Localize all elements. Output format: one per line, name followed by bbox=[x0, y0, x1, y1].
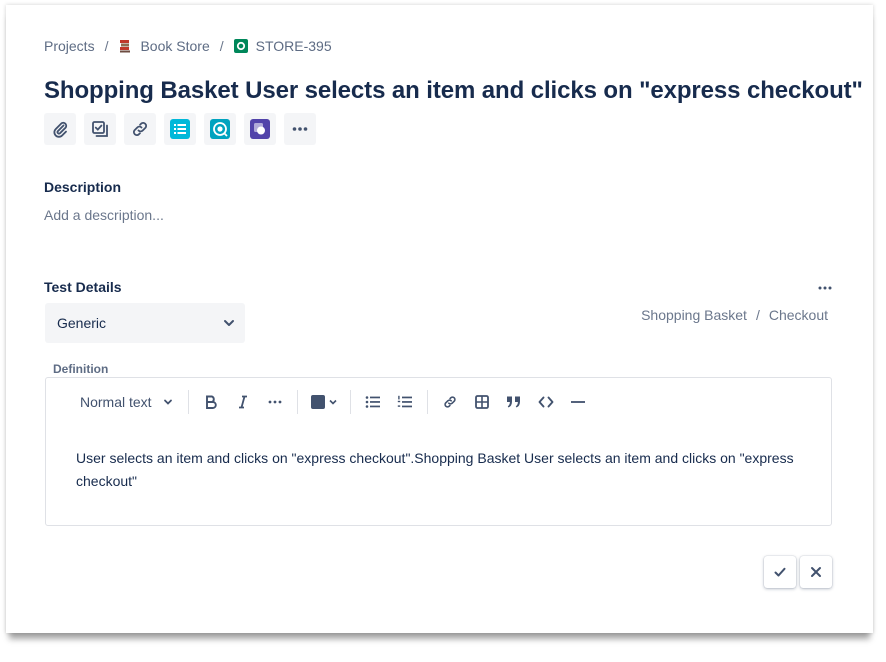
path-folder-link[interactable]: Shopping Basket bbox=[641, 307, 747, 323]
quote-button[interactable] bbox=[498, 386, 530, 418]
quote-icon bbox=[507, 396, 520, 408]
app-target-button[interactable] bbox=[204, 113, 236, 145]
toolbar-divider bbox=[427, 390, 428, 414]
bullet-list-icon bbox=[365, 396, 380, 408]
check-icon bbox=[774, 567, 786, 577]
definition-label: Definition bbox=[53, 362, 109, 376]
chevron-down-icon bbox=[328, 399, 337, 405]
description-placeholder[interactable]: Add a description... bbox=[44, 207, 164, 223]
bold-button[interactable] bbox=[195, 386, 227, 418]
test-type-value: Generic bbox=[57, 315, 107, 331]
more-icon bbox=[268, 400, 282, 404]
toolbar-divider bbox=[188, 390, 189, 414]
insert-table-button[interactable] bbox=[466, 386, 498, 418]
add-subtask-button[interactable] bbox=[84, 113, 116, 145]
definition-content[interactable]: User selects an item and clicks on "expr… bbox=[76, 447, 796, 493]
test-type-select[interactable]: Generic bbox=[45, 303, 245, 343]
italic-button[interactable] bbox=[227, 386, 259, 418]
app-screen-button[interactable] bbox=[244, 113, 276, 145]
app-target-icon bbox=[210, 119, 230, 139]
issue-action-toolbar bbox=[44, 113, 324, 145]
horizontal-rule-icon bbox=[571, 401, 585, 403]
save-button[interactable] bbox=[764, 556, 796, 588]
more-icon bbox=[292, 127, 308, 131]
text-style-dropdown[interactable]: Normal text bbox=[72, 386, 182, 418]
test-repository-path: Shopping Basket / Checkout bbox=[641, 307, 828, 323]
more-actions-button[interactable] bbox=[284, 113, 316, 145]
breadcrumb-separator: / bbox=[219, 38, 224, 54]
numbered-list-icon bbox=[397, 395, 412, 408]
close-icon bbox=[811, 567, 821, 577]
numbered-list-button[interactable] bbox=[389, 386, 421, 418]
chevron-down-icon bbox=[224, 320, 234, 326]
breadcrumb-separator: / bbox=[104, 38, 109, 54]
breadcrumb: Projects / Book Store / STORE-395 bbox=[44, 38, 332, 54]
italic-icon bbox=[239, 395, 247, 409]
text-style-label: Normal text bbox=[80, 394, 152, 410]
chevron-down-icon bbox=[164, 399, 172, 405]
link-icon bbox=[444, 396, 456, 408]
issue-card: Projects / Book Store / STORE-395 Shoppi… bbox=[6, 5, 873, 633]
attachment-icon bbox=[53, 121, 68, 138]
test-issue-type-icon bbox=[233, 39, 248, 53]
more-icon bbox=[818, 286, 832, 290]
definition-editor[interactable]: Normal text User selects an item and cli… bbox=[45, 377, 832, 526]
text-color-button[interactable] bbox=[304, 386, 344, 418]
editor-toolbar: Normal text bbox=[46, 378, 594, 426]
subtask-checkbox-icon bbox=[92, 121, 108, 137]
table-icon bbox=[475, 395, 489, 409]
more-formatting-button[interactable] bbox=[259, 386, 291, 418]
issue-title[interactable]: Shopping Basket User selects an item and… bbox=[44, 77, 863, 105]
app-list-icon bbox=[170, 119, 190, 139]
breadcrumb-issue-key-link[interactable]: STORE-395 bbox=[256, 38, 332, 54]
bold-icon bbox=[206, 395, 217, 409]
code-button[interactable] bbox=[530, 386, 562, 418]
path-item-link[interactable]: Checkout bbox=[769, 307, 828, 323]
test-details-more-button[interactable] bbox=[814, 280, 836, 296]
bullet-list-button[interactable] bbox=[357, 386, 389, 418]
link-issue-button[interactable] bbox=[124, 113, 156, 145]
app-list-button[interactable] bbox=[164, 113, 196, 145]
code-icon bbox=[538, 396, 554, 408]
app-screen-icon bbox=[250, 119, 270, 139]
horizontal-rule-button[interactable] bbox=[562, 386, 594, 418]
test-details-label: Test Details bbox=[44, 279, 122, 295]
color-swatch-icon bbox=[310, 395, 325, 409]
breadcrumb-projects-link[interactable]: Projects bbox=[44, 38, 95, 54]
insert-link-button[interactable] bbox=[434, 386, 466, 418]
toolbar-divider bbox=[350, 390, 351, 414]
toolbar-divider bbox=[297, 390, 298, 414]
link-icon bbox=[133, 122, 147, 136]
attach-button[interactable] bbox=[44, 113, 76, 145]
description-label: Description bbox=[44, 179, 122, 195]
book-store-project-icon bbox=[118, 39, 132, 53]
path-separator: / bbox=[755, 307, 760, 323]
breadcrumb-project-link[interactable]: Book Store bbox=[140, 38, 209, 54]
cancel-button[interactable] bbox=[800, 556, 832, 588]
